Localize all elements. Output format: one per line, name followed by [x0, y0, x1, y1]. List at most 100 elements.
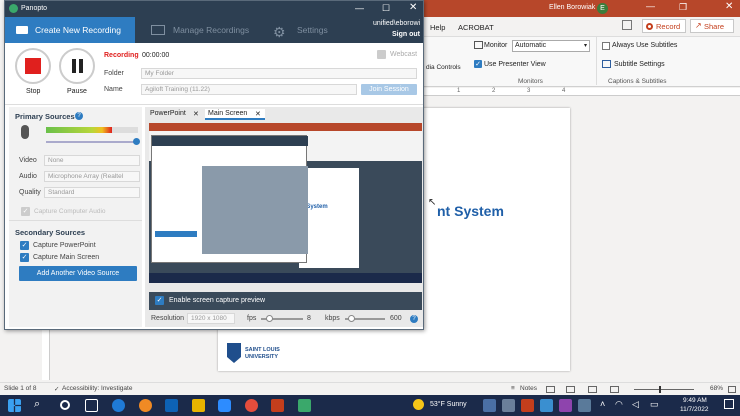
firefox-icon[interactable]	[139, 399, 152, 412]
name-input[interactable]: Agiloft Training (11.22)	[141, 84, 357, 95]
webcast-checkbox[interactable]	[377, 50, 386, 59]
search-icon[interactable]: ⌕	[34, 398, 40, 411]
presenter-view-checkbox[interactable]: ✓	[474, 60, 482, 68]
media-controls-label[interactable]: dia Controls	[426, 64, 461, 71]
zoom-slider[interactable]	[634, 389, 694, 390]
zoom-slider-thumb[interactable]	[659, 386, 661, 393]
preview-nested-screen	[202, 166, 308, 254]
maximize-icon[interactable]: ☐	[382, 3, 390, 14]
status-slide[interactable]: Slide 1 of 8	[4, 385, 37, 392]
edge-icon[interactable]	[112, 399, 125, 412]
capture-computer-audio-checkbox[interactable]: ✓	[21, 207, 30, 216]
pause-icon	[79, 59, 83, 73]
tray-icon[interactable]	[521, 399, 534, 412]
resolution-select[interactable]: 1920 x 1080	[187, 313, 235, 324]
clock-time[interactable]: 9:49 AM	[683, 397, 707, 404]
status-zoom[interactable]: 68%	[710, 385, 723, 392]
slideshow-icon[interactable]	[610, 386, 619, 393]
subtitle-settings-button[interactable]: Subtitle Settings	[614, 61, 665, 68]
mouse-cursor-icon: ↖	[428, 197, 437, 208]
audio-gain-thumb[interactable]	[133, 138, 140, 145]
share-button[interactable]: ↗ Share	[690, 19, 734, 33]
cortana-icon[interactable]	[60, 400, 70, 410]
close-icon[interactable]: ✕	[725, 1, 733, 12]
tab-powerpoint-preview[interactable]: PowerPoint ✕	[147, 109, 203, 120]
file-explorer-icon[interactable]	[192, 399, 205, 412]
tray-icon[interactable]	[578, 399, 591, 412]
tab-manage-recordings[interactable]: Manage Recordings	[143, 17, 263, 43]
user-name: unified\eborowi	[373, 20, 421, 27]
tab-help[interactable]: Help	[430, 23, 445, 32]
folder-select[interactable]: My Folder	[141, 68, 417, 79]
wifi-icon[interactable]: ◠	[615, 399, 623, 410]
audio-select[interactable]: Microphone Array (Realtel	[44, 171, 140, 182]
windows-start-icon[interactable]	[8, 399, 21, 412]
fps-label: fps	[247, 315, 257, 322]
panopto-icon[interactable]	[298, 399, 311, 412]
tab-create-recording[interactable]: Create New Recording	[5, 17, 135, 43]
help-icon[interactable]: ?	[410, 315, 418, 323]
screen-preview: nt System	[149, 123, 422, 283]
video-select[interactable]: None	[44, 155, 140, 166]
add-video-source-button[interactable]: Add Another Video Source	[19, 266, 137, 281]
weather-icon[interactable]	[413, 399, 424, 410]
tab-label: Main Screen	[208, 110, 248, 117]
weather-text[interactable]: 53°F Sunny	[430, 401, 467, 408]
user-avatar[interactable]: E	[597, 3, 608, 14]
always-subtitles-checkbox[interactable]	[602, 42, 610, 50]
audio-gain-slider[interactable]	[46, 141, 136, 143]
zoom-icon[interactable]	[218, 399, 231, 412]
chevron-up-icon[interactable]: ˄	[600, 399, 605, 409]
app-title: Panopto	[21, 5, 48, 12]
minimize-icon[interactable]: —	[355, 3, 364, 13]
chrome-icon[interactable]	[245, 399, 258, 412]
tray-icon[interactable]	[559, 399, 572, 412]
tab-acrobat[interactable]: ACROBAT	[458, 23, 494, 32]
clock-date[interactable]: 11/7/2022	[680, 406, 708, 413]
tray-icon[interactable]	[502, 399, 515, 412]
stop-button[interactable]	[15, 48, 51, 84]
join-session-button[interactable]: Join Session	[361, 84, 417, 95]
enable-preview-checkbox[interactable]: ✓	[155, 296, 164, 305]
outlook-icon[interactable]	[165, 399, 178, 412]
capture-main-screen-checkbox[interactable]: ✓	[20, 253, 29, 262]
tray-icon[interactable]	[483, 399, 496, 412]
maximize-icon[interactable]: ❐	[679, 2, 687, 13]
quality-select[interactable]: Standard	[44, 187, 140, 198]
divider	[9, 220, 142, 221]
help-icon[interactable]: ?	[75, 112, 83, 120]
capture-powerpoint-checkbox[interactable]: ✓	[20, 241, 29, 250]
volume-icon[interactable]: ◁	[632, 399, 639, 410]
slide-sorter-icon[interactable]	[566, 386, 575, 393]
minimize-icon[interactable]: —	[646, 1, 655, 11]
fit-slide-icon[interactable]	[728, 386, 736, 393]
reading-view-icon[interactable]	[588, 386, 597, 393]
kbps-slider-thumb[interactable]	[348, 315, 355, 322]
pause-button[interactable]	[59, 48, 95, 84]
comment-icon[interactable]	[622, 20, 632, 30]
status-notes[interactable]: Notes	[520, 385, 537, 392]
battery-icon[interactable]: ▭	[650, 399, 659, 410]
status-accessibility[interactable]: Accessibility: Investigate	[62, 385, 132, 392]
monitor-label: Monitor	[484, 42, 508, 49]
panopto-window: Panopto — ☐ ✕ Create New Recording Manag…	[4, 0, 424, 330]
monitor-select[interactable]: Automatic ▾	[512, 40, 590, 52]
notification-icon[interactable]	[724, 399, 734, 409]
close-tab-icon[interactable]: ✕	[255, 110, 261, 118]
gear-icon: ⚙	[273, 24, 286, 40]
powerpoint-icon[interactable]	[271, 399, 284, 412]
tab-settings[interactable]: ⚙ Settings	[267, 17, 347, 43]
sign-out-link[interactable]: Sign out	[392, 31, 420, 38]
recording-label: Recording	[104, 52, 139, 59]
tab-main-screen-preview[interactable]: Main Screen ✕	[205, 109, 265, 120]
tray-icon[interactable]	[540, 399, 553, 412]
ribbon: dia Controls Monitor Automatic ▾ ✓ Use P…	[424, 37, 740, 87]
record-button[interactable]: Record	[642, 19, 686, 33]
task-view-icon[interactable]	[85, 399, 98, 412]
close-icon[interactable]: ✕	[409, 2, 417, 13]
fps-slider-thumb[interactable]	[266, 315, 273, 322]
close-tab-icon[interactable]: ✕	[193, 110, 199, 118]
chevron-down-icon: ▾	[583, 43, 587, 49]
tab-manage-label: Manage Recordings	[173, 25, 250, 35]
normal-view-icon[interactable]	[546, 386, 555, 393]
